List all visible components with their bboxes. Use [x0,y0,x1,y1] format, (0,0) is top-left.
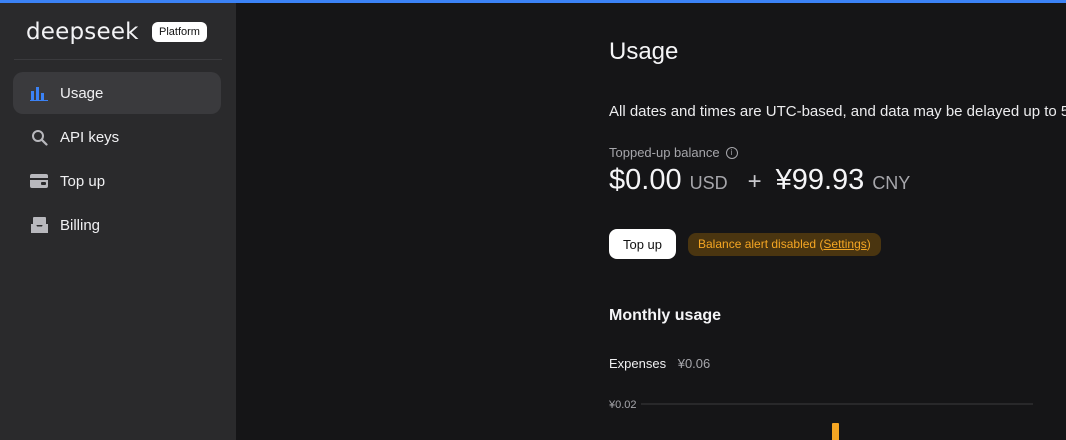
alert-prefix: Balance alert disabled ( [698,237,824,251]
cny-amount: ¥99.93 [775,164,865,196]
usd-amount: $0.00 [609,164,682,196]
usd-unit: USD [689,173,728,193]
sidebar-item-label: Usage [60,84,104,102]
sidebar-divider [14,59,222,60]
wallet-icon [30,172,48,190]
top-up-button[interactable]: Top up [609,229,676,259]
balance-amount: $0.00 USD + ¥99.93 CNY [609,164,910,197]
inbox-icon [30,216,48,234]
sidebar-item-billing[interactable]: Billing [13,204,221,246]
utc-notice: All dates and times are UTC-based, and d… [609,103,1066,120]
logo[interactable]: deepseek [26,19,139,45]
y-tick-label: ¥0.02 [609,399,637,411]
sidebar-item-api-keys[interactable]: API keys [13,116,221,158]
plus-sign: + [747,168,762,195]
platform-badge: Platform [152,22,207,42]
info-icon[interactable]: i [725,146,738,159]
monthly-usage-title: Monthly usage [609,307,722,324]
page-title: Usage [609,38,679,65]
balance-label-text: Topped-up balance [609,145,720,160]
brand: deepseek Platform [26,19,207,45]
usage-chart: ¥0.02 [609,399,1033,440]
cny-unit: CNY [872,173,911,193]
sidebar-item-label: Top up [60,172,106,190]
balance-label: Topped-up balance i [609,145,738,160]
balance-alert-badge: Balance alert disabled (Settings) [688,233,881,256]
sidebar-item-usage[interactable]: Usage [13,72,221,114]
main-content: Usage All dates and times are UTC-based,… [609,0,1066,440]
sidebar-item-top-up[interactable]: Top up [13,160,221,202]
sidebar-nav: Usage API keys Top up Billing [13,72,221,248]
sidebar: deepseek Platform Usage API keys Top up … [0,3,236,440]
settings-link[interactable]: Settings [823,237,866,251]
expenses-label: Expenses [609,356,667,371]
sidebar-item-label: API keys [60,128,120,146]
expenses-summary: Expenses ¥0.06 [609,356,710,371]
usage-bar[interactable] [832,423,839,440]
search-icon [30,128,48,146]
bar-chart-icon [30,84,48,102]
sidebar-item-label: Billing [60,216,101,234]
expenses-value: ¥0.06 [677,356,711,371]
alert-suffix: ) [866,237,871,251]
